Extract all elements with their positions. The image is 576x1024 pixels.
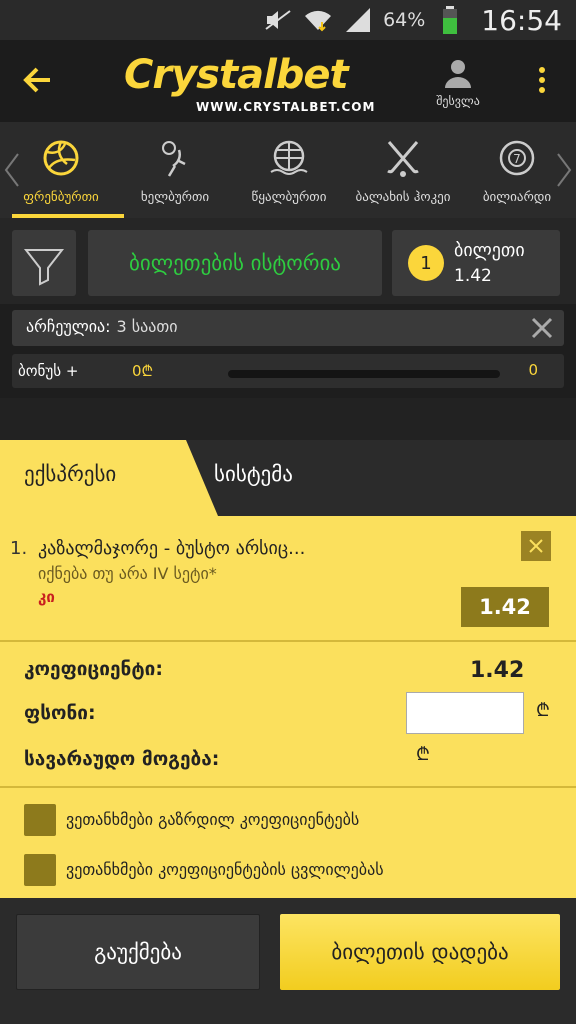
ticket-summary[interactable]: 1 ბილეთი 1.42 <box>392 230 560 296</box>
sport-label: ხელბურთი <box>140 190 210 205</box>
coefficient-value: 1.42 <box>470 658 525 683</box>
bonus-progress-track <box>228 370 500 378</box>
sport-tab-water-polo[interactable]: წყალბურთი <box>234 134 344 218</box>
remove-bet-button[interactable] <box>521 531 551 561</box>
close-icon[interactable] <box>530 316 554 340</box>
selected-value: 3 საათი <box>116 317 178 336</box>
user-icon <box>445 60 471 88</box>
cancel-button[interactable]: გაუქმება <box>16 914 260 990</box>
sport-tab-volleyball[interactable]: ფრენბურთი <box>6 134 124 218</box>
handball-icon <box>155 138 195 178</box>
coefficient-label: კოეფიციენტი: <box>24 658 163 680</box>
login-label: შესვლა <box>436 94 480 108</box>
clock: 16:54 <box>481 3 562 37</box>
signal-icon <box>343 7 373 33</box>
stake-label: ფსონი: <box>24 702 96 724</box>
bet-match: კაზალმაჯორე - ბუსტო არსიც... <box>38 538 306 559</box>
field-hockey-icon <box>383 138 423 178</box>
tab-express[interactable]: ექსპრესი <box>0 440 218 516</box>
spacer <box>0 398 576 440</box>
selected-label: არჩეულია: <box>26 317 111 336</box>
bet-actions: გაუქმება ბილეთის დადება <box>0 898 576 1024</box>
more-menu-icon[interactable] <box>532 64 552 104</box>
ticket-odds: 1.42 <box>454 266 492 286</box>
checkbox[interactable] <box>24 854 56 886</box>
mute-icon <box>263 7 293 33</box>
svg-text:7: 7 <box>513 152 521 166</box>
currency-symbol: ₾ <box>536 700 550 721</box>
status-bar: 64% 16:54 <box>0 0 576 40</box>
water-polo-icon <box>269 138 309 178</box>
bet-market: იქნება თუ არა IV სეტი* <box>38 564 217 583</box>
checkbox[interactable] <box>24 804 56 836</box>
ticket-toolbar: ბილეთების ისტორია 1 ბილეთი 1.42 <box>0 218 576 304</box>
login-button[interactable]: შესვლა <box>430 58 486 112</box>
close-icon <box>529 539 543 553</box>
checkbox-label: ვეთანხმები გაზრდილ კოეფიციენტებს <box>66 810 360 829</box>
bet-calculator: კოეფიციენტი: 1.42 ფსონი: ₾ სავარაუდო მოგ… <box>0 644 576 784</box>
volleyball-icon <box>41 138 81 178</box>
currency-symbol: ₾ <box>416 744 430 765</box>
sport-label: წყალბურთი <box>251 190 327 205</box>
potential-win-label: სავარაუდო მოგება: <box>24 748 220 770</box>
bet-odds: 1.42 <box>461 587 549 627</box>
battery-icon <box>435 6 465 34</box>
chevron-right-icon[interactable] <box>556 152 572 188</box>
ticket-label: ბილეთი <box>454 240 525 261</box>
bet-type-tabs: ექსპრესი სისტემა <box>0 440 576 516</box>
wifi-icon <box>303 7 333 33</box>
crystalbet-logo[interactable]: Crystalbet WWW.CRYSTALBET.COM <box>124 52 384 114</box>
sport-label: ფრენბურთი <box>23 190 99 205</box>
selected-filter: არჩეულია: 3 საათი <box>12 310 564 346</box>
bonus-amount: 0₾ <box>132 362 154 380</box>
bet-pick: კი <box>38 588 55 606</box>
sport-tab-field-hockey[interactable]: ბალახის ჰოკეი <box>348 134 458 218</box>
billiards-icon: 7 <box>497 138 537 178</box>
agreements: ვეთანხმები გაზრდილ კოეფიციენტებს ვეთანხმ… <box>0 786 576 898</box>
battery-percent: 64% <box>383 9 426 31</box>
logo-brand: Crystalbet <box>124 52 349 98</box>
agree-increased-odds[interactable]: ვეთანხმები გაზრდილ კოეფიციენტებს <box>24 804 564 838</box>
bonus-value: 0 <box>528 361 538 379</box>
ticket-count-badge: 1 <box>408 245 444 281</box>
bet-slip-panel: 1. კაზალმაჯორე - ბუსტო არსიც... იქნება თ… <box>0 516 576 898</box>
checkbox-label: ვეთანხმები კოეფიციენტების ცვლილებას <box>66 860 384 879</box>
selected-filter-text: არჩეულია: 3 საათი <box>26 317 178 336</box>
app-header: Crystalbet WWW.CRYSTALBET.COM შესვლა <box>0 40 576 122</box>
sport-label: ბალახის ჰოკეი <box>355 190 451 205</box>
tab-system[interactable]: სისტემა <box>214 462 293 486</box>
filter-funnel-icon <box>23 249 65 286</box>
back-arrow-icon[interactable] <box>18 60 58 100</box>
sport-tab-handball[interactable]: ხელბურთი <box>120 134 230 218</box>
stake-input[interactable] <box>406 692 524 734</box>
sport-label: ბილიარდი <box>482 190 552 205</box>
sports-nav: ფრენბურთი ხელბურთი წყალბურთი ბალახის ჰოკ… <box>0 122 576 218</box>
ticket-history-button[interactable]: ბილეთების ისტორია <box>88 230 382 296</box>
agree-odds-change[interactable]: ვეთანხმები კოეფიციენტების ცვლილებას <box>24 854 564 888</box>
logo-domain: WWW.CRYSTALBET.COM <box>196 100 376 114</box>
bonus-bar: ბონუს + 0₾ 0 <box>12 354 564 388</box>
bonus-label: ბონუს + <box>18 362 79 380</box>
bet-number: 1. <box>10 538 28 559</box>
tab-express-label: ექსპრესი <box>24 462 117 486</box>
place-bet-button[interactable]: ბილეთის დადება <box>280 914 560 990</box>
bet-slip-item: 1. კაზალმაჯორე - ბუსტო არსიც... იქნება თ… <box>0 516 576 642</box>
filter-button[interactable] <box>12 230 76 296</box>
